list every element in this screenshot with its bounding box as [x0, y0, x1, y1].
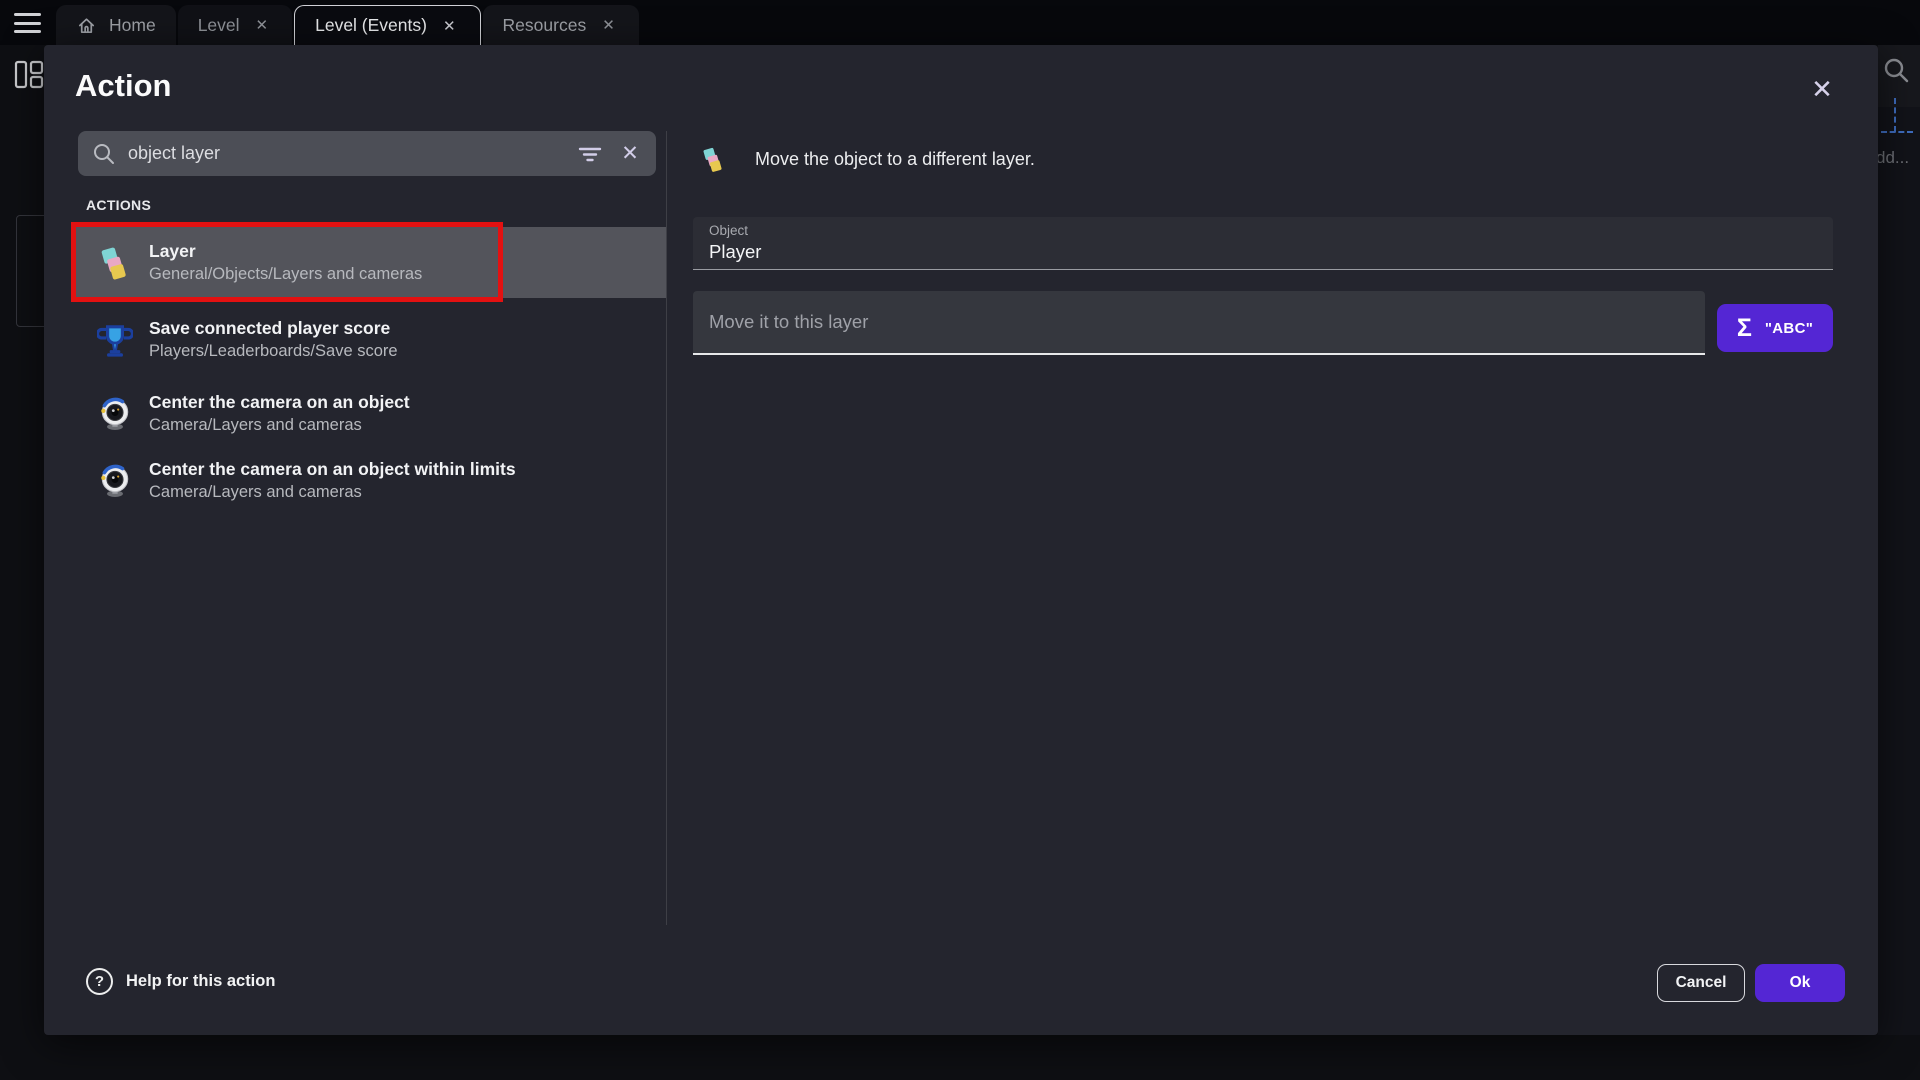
- close-icon: ✕: [621, 141, 639, 166]
- action-list-item[interactable]: Center the camera on an object Camera/La…: [75, 380, 666, 446]
- action-title: Save connected player score: [149, 317, 398, 339]
- help-icon: ?: [86, 968, 113, 995]
- action-path: Camera/Layers and cameras: [149, 415, 410, 436]
- background-canvas-strip: [1878, 45, 1920, 1035]
- trophy-icon: [97, 321, 133, 357]
- action-path: General/Objects/Layers and cameras: [149, 264, 422, 285]
- ok-button[interactable]: Ok: [1755, 964, 1845, 1002]
- layers-icon: [97, 245, 133, 281]
- tab-label: Home: [109, 15, 156, 36]
- filter-button[interactable]: [570, 134, 610, 174]
- close-icon: ✕: [1811, 74, 1833, 105]
- tab-level[interactable]: Level ✕: [178, 5, 292, 45]
- hamburger-menu-button[interactable]: [14, 13, 42, 33]
- tab-strip: Home Level ✕ Level (Events) ✕ Resources …: [56, 5, 639, 45]
- action-path: Players/Leaderboards/Save score: [149, 341, 398, 362]
- webcam-icon: [97, 395, 133, 431]
- selection-dashed-outline: [1894, 98, 1896, 132]
- tab-label: Resources: [503, 15, 587, 36]
- truncated-background-label: dd...: [1876, 148, 1909, 168]
- action-list-item[interactable]: Save connected player score Players/Lead…: [75, 306, 666, 372]
- close-icon[interactable]: ✕: [598, 14, 619, 36]
- tab-resources[interactable]: Resources ✕: [483, 5, 639, 45]
- tab-label: Level (Events): [315, 15, 427, 36]
- expression-editor-button[interactable]: Σ "ABC": [1717, 304, 1833, 352]
- sigma-icon: Σ: [1737, 316, 1752, 341]
- field-value: Player: [709, 241, 761, 263]
- action-description: Move the object to a different layer.: [755, 149, 1035, 170]
- tab-bar: Home Level ✕ Level (Events) ✕ Resources …: [0, 0, 1920, 45]
- hamburger-icon: [14, 13, 41, 16]
- action-list-item[interactable]: Center the camera on an object within li…: [75, 447, 666, 513]
- help-label: Help for this action: [126, 972, 275, 991]
- action-description-row: Move the object to a different layer.: [700, 146, 1035, 173]
- search-icon: [92, 142, 116, 166]
- tab-level-events[interactable]: Level (Events) ✕: [294, 5, 480, 45]
- actions-section-header: ACTIONS: [86, 197, 151, 213]
- layout-panels-icon: [14, 60, 44, 90]
- dialog-title: Action: [75, 67, 171, 105]
- search-input[interactable]: [128, 143, 570, 164]
- action-title: Center the camera on an object within li…: [149, 458, 516, 480]
- action-path: Camera/Layers and cameras: [149, 482, 516, 503]
- action-title: Center the camera on an object: [149, 391, 410, 413]
- screen: dd... Home Level ✕ Level (Events) ✕ Reso…: [0, 0, 1920, 1080]
- cancel-button[interactable]: Cancel: [1657, 964, 1745, 1002]
- expression-button-label: "ABC": [1765, 320, 1813, 337]
- layer-field: [693, 291, 1705, 355]
- help-button[interactable]: ? Help for this action: [86, 966, 275, 996]
- filter-icon: [577, 143, 603, 165]
- dialog-close-button[interactable]: ✕: [1800, 67, 1844, 111]
- panel-divider: [666, 131, 667, 925]
- object-field[interactable]: Object Player: [693, 217, 1833, 270]
- action-list-item[interactable]: Layer General/Objects/Layers and cameras: [75, 227, 666, 298]
- action-title: Layer: [149, 240, 422, 262]
- close-icon[interactable]: ✕: [439, 15, 460, 37]
- clear-search-button[interactable]: ✕: [610, 134, 650, 174]
- tab-label: Level: [198, 15, 240, 36]
- layers-icon: [700, 146, 727, 173]
- action-dialog: Action ✕ ✕ ACTIONS: [44, 45, 1878, 1035]
- webcam-icon: [97, 462, 133, 498]
- selection-dashed-outline: [1881, 131, 1913, 133]
- tab-home[interactable]: Home: [56, 5, 176, 45]
- home-icon: [76, 15, 97, 36]
- search-icon: [1882, 56, 1910, 84]
- search-bar: ✕: [78, 131, 656, 176]
- close-icon[interactable]: ✕: [252, 14, 273, 36]
- field-label: Object: [709, 223, 748, 238]
- layer-input[interactable]: [693, 291, 1705, 353]
